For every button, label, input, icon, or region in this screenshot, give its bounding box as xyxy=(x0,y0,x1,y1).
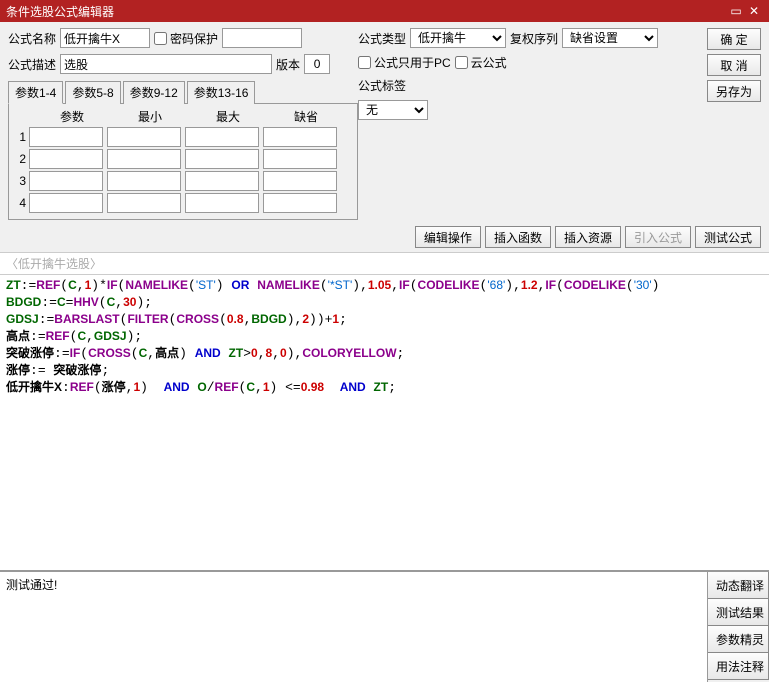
code-editor[interactable]: ZT:=REF(C,1)*IF(NAMELIKE('ST') OR NAMELI… xyxy=(0,274,769,570)
saveas-button[interactable]: 另存为 xyxy=(707,80,761,102)
type-select[interactable]: 低开擒牛 xyxy=(410,28,506,48)
param-max-input[interactable] xyxy=(185,149,259,169)
param-row: 2 xyxy=(15,149,351,169)
param-max-input[interactable] xyxy=(185,127,259,147)
param-row: 4 xyxy=(15,193,351,213)
cancel-button[interactable]: 取 消 xyxy=(707,54,761,76)
insert-res-button[interactable]: 插入资源 xyxy=(555,226,621,248)
side-button[interactable]: 动态翻译 xyxy=(708,572,769,599)
param-tab[interactable]: 参数13-16 xyxy=(187,81,256,104)
status-message: 测试通过! xyxy=(6,578,57,592)
param-name-input[interactable] xyxy=(29,193,103,213)
adj-label: 复权序列 xyxy=(510,30,558,47)
param-tab[interactable]: 参数9-12 xyxy=(123,81,185,104)
name-label: 公式名称 xyxy=(8,30,56,47)
param-header-name: 参数 xyxy=(33,108,111,125)
edit-op-button[interactable]: 编辑操作 xyxy=(415,226,481,248)
import-formula-button[interactable]: 引入公式 xyxy=(625,226,691,248)
adj-select[interactable]: 缺省设置 xyxy=(562,28,658,48)
type-label: 公式类型 xyxy=(358,30,406,47)
param-header-def: 缺省 xyxy=(267,108,345,125)
param-row: 3 xyxy=(15,171,351,191)
tag-select[interactable]: 无 xyxy=(358,100,428,120)
param-tab[interactable]: 参数5-8 xyxy=(65,81,120,104)
param-min-input[interactable] xyxy=(107,171,181,191)
pc-only-checkbox[interactable]: 公式只用于PC xyxy=(358,54,451,71)
test-formula-button[interactable]: 测试公式 xyxy=(695,226,761,248)
code-title: 〈低开擒牛选股〉 xyxy=(0,252,769,274)
name-input[interactable] xyxy=(60,28,150,48)
param-min-input[interactable] xyxy=(107,127,181,147)
param-def-input[interactable] xyxy=(263,171,337,191)
param-min-input[interactable] xyxy=(107,149,181,169)
param-name-input[interactable] xyxy=(29,171,103,191)
close-icon[interactable]: ✕ xyxy=(745,4,763,18)
side-button[interactable]: 测试结果 xyxy=(708,599,769,626)
param-grid: 参数 最小 最大 缺省 1234 xyxy=(8,104,358,220)
param-max-input[interactable] xyxy=(185,171,259,191)
form-area: 公式名称 密码保护 公式描述 版本 参数1-4参数5-8参数9-12参数13-1… xyxy=(0,22,769,224)
side-buttons: 动态翻译测试结果参数精灵用法注释 xyxy=(707,572,769,682)
param-tab[interactable]: 参数1-4 xyxy=(8,81,63,104)
param-header-min: 最小 xyxy=(111,108,189,125)
param-name-input[interactable] xyxy=(29,127,103,147)
desc-label: 公式描述 xyxy=(8,56,56,73)
insert-func-button[interactable]: 插入函数 xyxy=(485,226,551,248)
param-def-input[interactable] xyxy=(263,149,337,169)
param-header-max: 最大 xyxy=(189,108,267,125)
cloud-checkbox[interactable]: 云公式 xyxy=(455,54,507,71)
desc-input[interactable] xyxy=(60,54,272,74)
param-name-input[interactable] xyxy=(29,149,103,169)
version-label: 版本 xyxy=(276,56,300,73)
ok-button[interactable]: 确 定 xyxy=(707,28,761,50)
side-button[interactable]: 用法注释 xyxy=(708,653,769,680)
param-def-input[interactable] xyxy=(263,127,337,147)
titlebar: 条件选股公式编辑器 ▭ ✕ xyxy=(0,0,769,22)
side-button[interactable]: 参数精灵 xyxy=(708,626,769,653)
minimize-icon[interactable]: ▭ xyxy=(727,4,745,18)
password-protect-checkbox[interactable]: 密码保护 xyxy=(154,30,218,47)
param-row: 1 xyxy=(15,127,351,147)
param-max-input[interactable] xyxy=(185,193,259,213)
password-checkbox-input[interactable] xyxy=(154,32,167,45)
param-def-input[interactable] xyxy=(263,193,337,213)
version-input[interactable] xyxy=(304,54,330,74)
param-min-input[interactable] xyxy=(107,193,181,213)
param-tabs: 参数1-4参数5-8参数9-12参数13-16 xyxy=(8,80,358,104)
toolbar: 编辑操作 插入函数 插入资源 引入公式 测试公式 xyxy=(0,224,769,252)
password-input[interactable] xyxy=(222,28,302,48)
window-title: 条件选股公式编辑器 xyxy=(6,3,727,20)
tag-label: 公式标签 xyxy=(358,77,406,94)
message-area: 测试通过! xyxy=(0,572,707,682)
